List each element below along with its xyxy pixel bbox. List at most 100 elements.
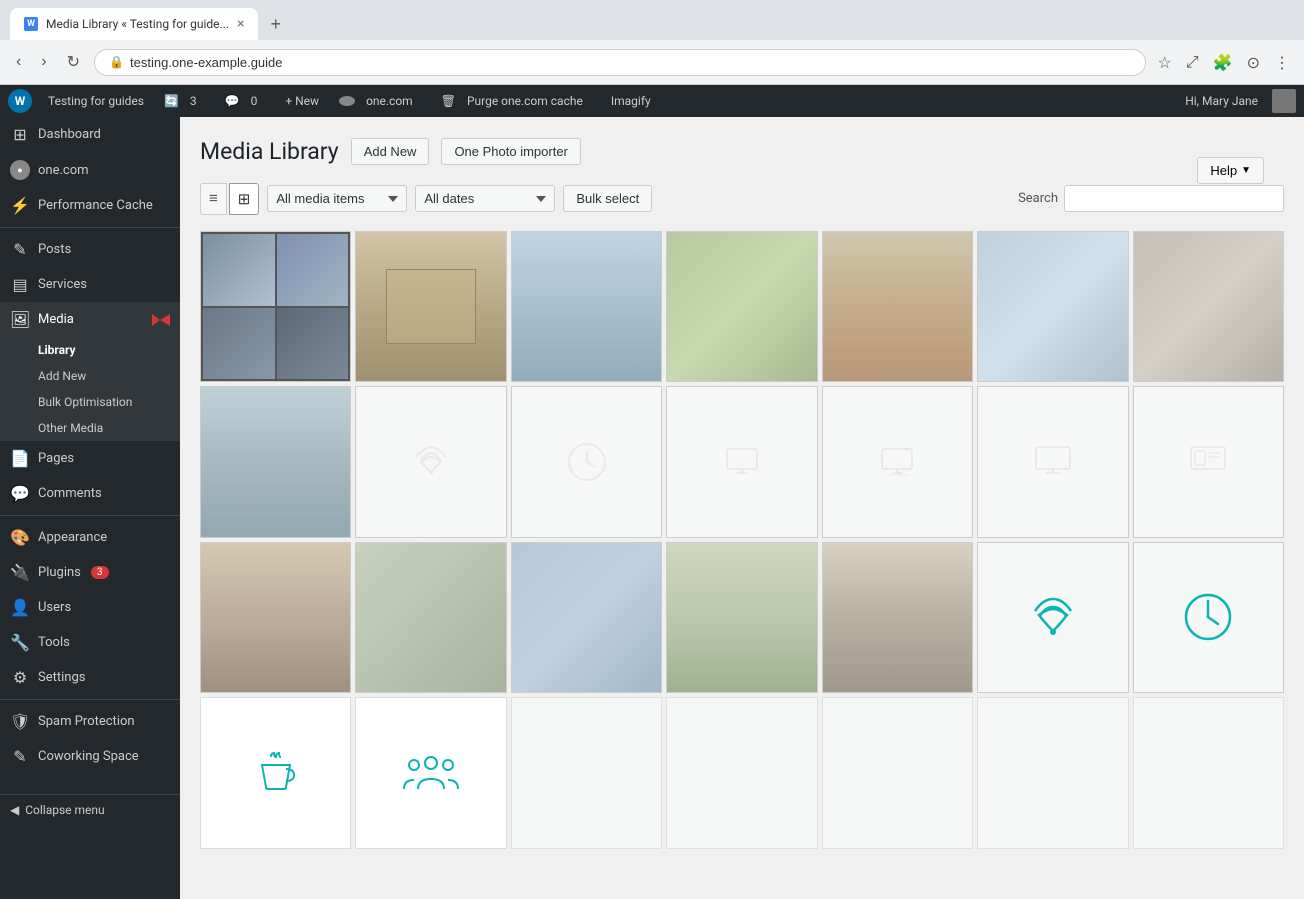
monitor-placeholder-icon [717, 437, 767, 487]
sidebar-sub-add-new[interactable]: Add New [0, 363, 180, 389]
performance-cache-icon: ⚡ [10, 196, 30, 215]
sidebar-label-appearance: Appearance [38, 530, 107, 545]
help-button[interactable]: Help ▼ [1197, 157, 1264, 184]
media-item-10[interactable] [666, 386, 817, 537]
sidebar-label-plugins: Plugins [38, 565, 81, 580]
tab-title: Media Library « Testing for guide... [46, 17, 229, 31]
view-grid-btn[interactable]: ⊞ [229, 183, 260, 215]
collage-cell-4 [277, 308, 349, 380]
search-input[interactable] [1064, 185, 1284, 212]
sidebar: ⊞ Dashboard ● one.com ⚡ Performance Cach… [0, 117, 180, 899]
media-item-17[interactable] [666, 542, 817, 693]
nav-back-btn[interactable]: ‹ [10, 49, 27, 75]
view-list-btn[interactable]: ≡ [200, 183, 227, 215]
admin-bar-comments[interactable]: 💬 0 [217, 94, 274, 108]
admin-bar-imagify[interactable]: Imagify [603, 94, 659, 108]
media-item-16[interactable] [511, 542, 662, 693]
sidebar-sub-library[interactable]: Library [0, 337, 180, 363]
nav-refresh-btn[interactable]: ↻ [61, 48, 86, 76]
admin-bar-purge[interactable]: 🗑 Purge one.com cache [433, 94, 599, 108]
media-item-12[interactable] [977, 386, 1128, 537]
wp-layout: ⊞ Dashboard ● one.com ⚡ Performance Cach… [0, 117, 1304, 899]
sidebar-item-settings[interactable]: ⚙ Settings [0, 660, 180, 695]
sidebar-sub-other-media[interactable]: Other Media [0, 415, 180, 441]
tab-close-btn[interactable]: × [237, 16, 244, 32]
sidebar-item-posts[interactable]: ✎ Posts [0, 232, 180, 267]
media-item-6[interactable] [1133, 231, 1284, 382]
sidebar-item-users[interactable]: 👤 Users [0, 590, 180, 625]
media-item-4[interactable] [822, 231, 973, 382]
sidebar-label-one-com: one.com [38, 163, 89, 178]
media-item-13[interactable] [1133, 386, 1284, 537]
bulk-select-btn[interactable]: Bulk select [563, 185, 652, 212]
sidebar-item-spam-protection[interactable]: 🛡 Spam Protection [0, 704, 180, 739]
sidebar-item-performance-cache[interactable]: ⚡ Performance Cache [0, 188, 180, 223]
media-item-8[interactable] [355, 386, 506, 537]
media-icon: 🖼 [10, 310, 30, 329]
media-item-21[interactable] [200, 697, 351, 848]
media-item-15[interactable] [355, 542, 506, 693]
url-input[interactable]: testing.one-example.guide [130, 55, 1131, 70]
media-item-5[interactable] [977, 231, 1128, 382]
sidebar-item-one-com[interactable]: ● one.com [0, 152, 180, 188]
appearance-icon: 🎨 [10, 528, 30, 547]
filter-media-select[interactable]: All media items Images Audio Video [267, 185, 407, 212]
bookmark-icon[interactable]: ☆ [1154, 49, 1176, 76]
monitor4-placeholder-icon [1183, 437, 1233, 487]
filter-date-select[interactable]: All dates January 2024 [415, 185, 555, 212]
media-item-collage[interactable] [200, 231, 351, 382]
wp-admin-bar: W Testing for guides 🔄 3 💬 0 + New one.c… [0, 85, 1304, 117]
sidebar-label-services: Services [38, 277, 87, 292]
media-item-20[interactable] [1133, 542, 1284, 693]
media-item-14[interactable] [200, 542, 351, 693]
media-item-9[interactable] [511, 386, 662, 537]
wp-logo[interactable]: W [8, 89, 32, 113]
media-submenu: Library Add New Bulk Optimisation Other … [0, 337, 180, 441]
admin-bar-updates[interactable]: 🔄 3 [156, 94, 213, 108]
add-new-btn[interactable]: Add New [351, 138, 430, 165]
media-item-18[interactable] [822, 542, 973, 693]
sidebar-item-media[interactable]: 🖼 Media [0, 302, 180, 337]
media-item-2[interactable] [511, 231, 662, 382]
help-dropdown-icon: ▼ [1241, 165, 1251, 176]
collapse-menu-btn[interactable]: ◀ Collapse menu [0, 794, 180, 825]
new-tab-btn[interactable]: + [262, 10, 289, 39]
media-item-empty-2 [666, 697, 817, 848]
collage-cell-3 [203, 308, 275, 380]
sidebar-item-dashboard[interactable]: ⊞ Dashboard [0, 117, 180, 152]
profile-icon[interactable]: ⊙ [1243, 49, 1264, 76]
sidebar-item-services[interactable]: ▤ Services [0, 267, 180, 302]
media-item-1[interactable] [355, 231, 506, 382]
sidebar-item-coworking[interactable]: ✎ Coworking Space [0, 739, 180, 774]
media-item-7[interactable] [200, 386, 351, 537]
sidebar-item-comments[interactable]: 💬 Comments [0, 476, 180, 511]
media-item-19[interactable] [977, 542, 1128, 693]
admin-bar-new[interactable]: + New [277, 94, 327, 108]
media-item-22[interactable] [355, 697, 506, 848]
admin-bar-avatar[interactable] [1272, 89, 1296, 113]
address-bar[interactable]: 🔒 testing.one-example.guide [94, 49, 1145, 76]
admin-bar-one-com[interactable]: one.com [331, 94, 429, 108]
extend-icon[interactable]: ⤢ [1182, 48, 1203, 76]
media-item-11[interactable] [822, 386, 973, 537]
menu-icon[interactable]: ⋮ [1270, 49, 1294, 76]
photo-importer-btn[interactable]: One Photo importer [441, 138, 580, 165]
admin-bar-site[interactable]: Testing for guides [40, 94, 152, 108]
sidebar-label-comments: Comments [38, 486, 102, 501]
sidebar-item-pages[interactable]: 📄 Pages [0, 441, 180, 476]
media-toolbar: ≡ ⊞ All media items Images Audio Video A… [200, 183, 1284, 215]
nav-forward-btn[interactable]: › [35, 49, 52, 75]
sidebar-item-plugins[interactable]: 🔌 Plugins 3 [0, 555, 180, 590]
sidebar-label-tools: Tools [38, 635, 70, 650]
sidebar-sub-bulk-optimisation[interactable]: Bulk Optimisation [0, 389, 180, 415]
media-item-empty-4 [977, 697, 1128, 848]
collage-cell-1 [203, 234, 275, 306]
help-label: Help [1210, 163, 1237, 178]
sidebar-item-appearance[interactable]: 🎨 Appearance [0, 520, 180, 555]
browser-tab[interactable]: W Media Library « Testing for guide... × [10, 8, 258, 40]
sidebar-item-tools[interactable]: 🔧 Tools [0, 625, 180, 660]
media-item-3[interactable] [666, 231, 817, 382]
grid-view-icon: ⊞ [238, 191, 251, 208]
extensions-icon[interactable]: 🧩 [1209, 49, 1237, 76]
users-icon: 👤 [10, 598, 30, 617]
